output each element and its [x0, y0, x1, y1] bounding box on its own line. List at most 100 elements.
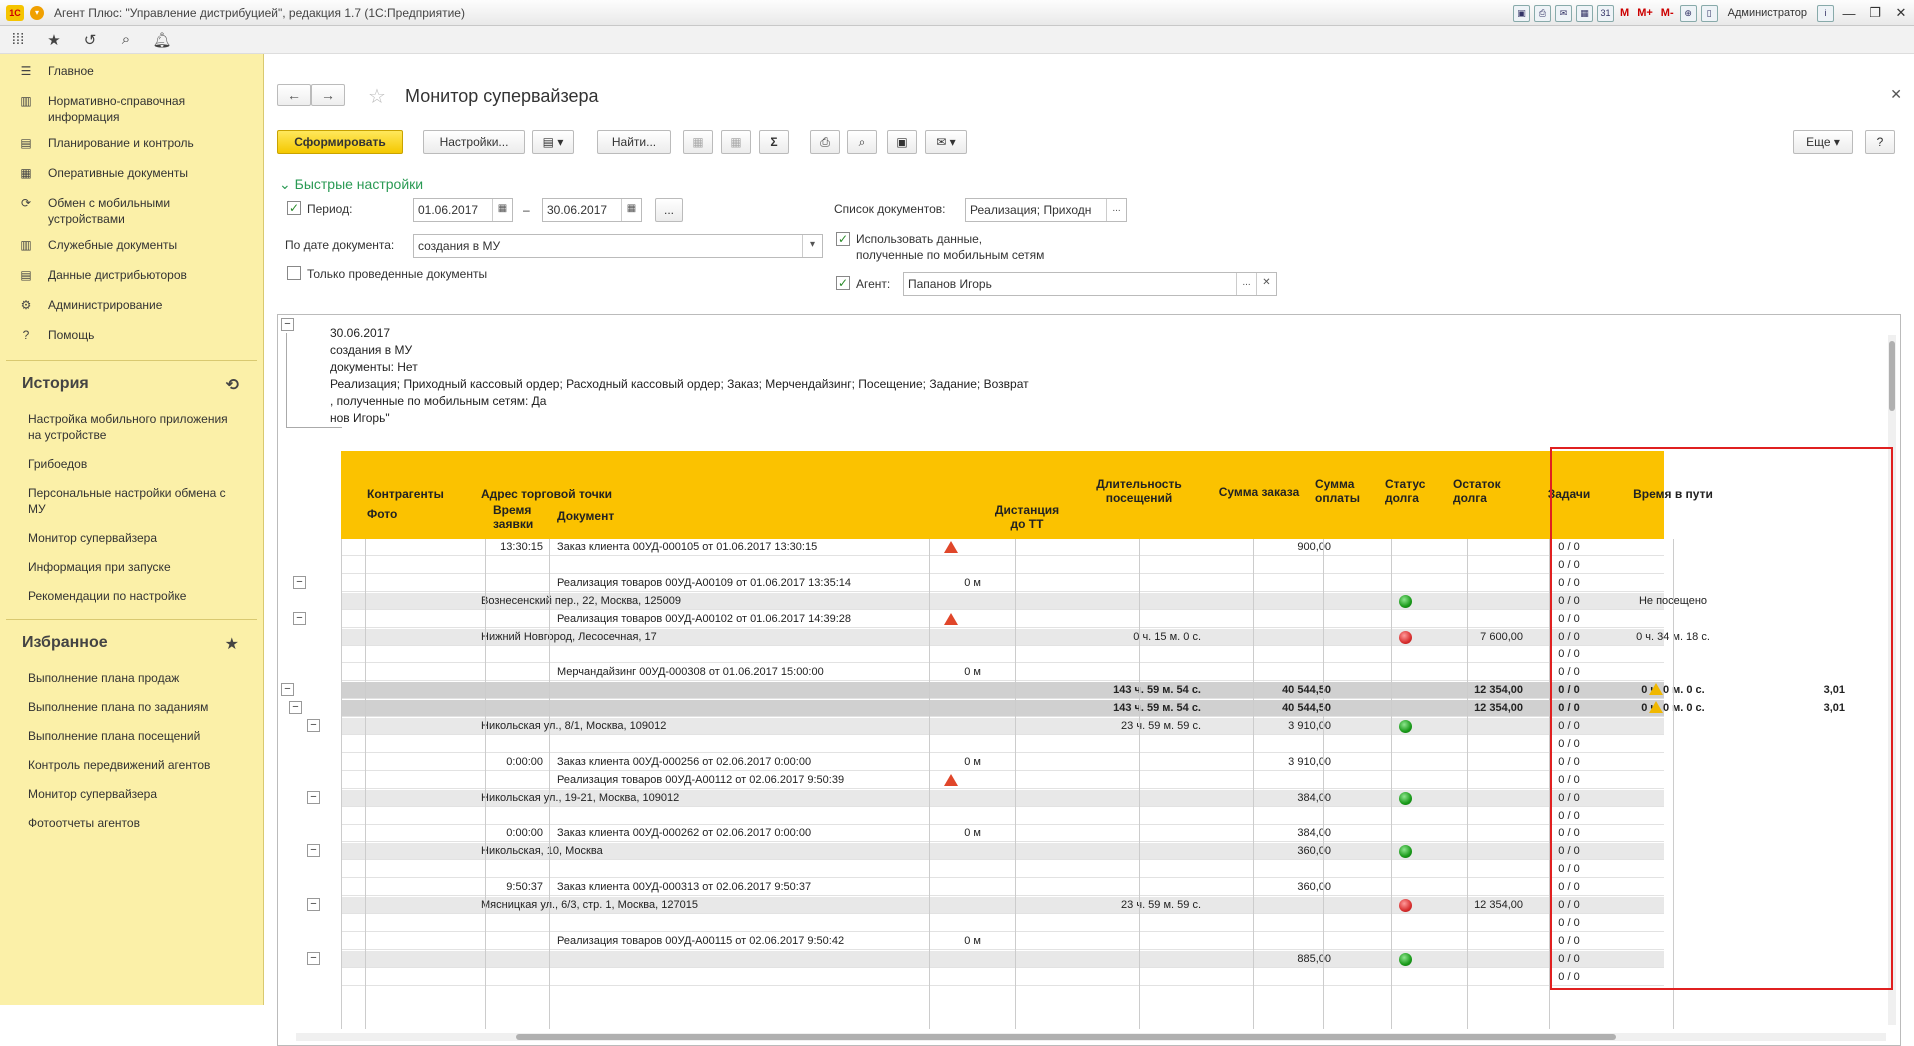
sidebar-item[interactable]: ▤ Планирование и контроль [0, 130, 263, 160]
sidebar-item[interactable]: ? Помощь [0, 322, 263, 352]
agent-checkbox[interactable]: ✓ [836, 276, 850, 290]
close-window-button[interactable]: ✕ [1888, 5, 1914, 21]
table-row[interactable]: 143 ч. 59 м. 54 с. 40 544,50 12 354,00 0 / … [341, 700, 1845, 718]
collapse-icon[interactable]: − [293, 611, 306, 625]
print-icon[interactable]: ⎙ [1534, 4, 1552, 22]
history-link[interactable]: Рекомендации по настройке [6, 582, 257, 611]
table-row[interactable]: 0 / 0 [341, 557, 1664, 574]
apps-grid-icon[interactable]: ⁞⁞⁞ [0, 31, 36, 48]
period-select-button[interactable]: ... [655, 198, 683, 222]
table-row[interactable]: Реализация товаров 00УД-А00102 от 01.06.… [341, 611, 1664, 628]
favorites-link[interactable]: Монитор супервайзера [6, 780, 257, 809]
calendar-to-icon[interactable]: ▦ [621, 199, 641, 221]
generate-button[interactable]: Сформировать [277, 130, 403, 154]
collapse-icon[interactable]: − [307, 790, 320, 804]
settings-button[interactable]: Настройки... [423, 130, 525, 154]
table-row[interactable]: 0 / 0 [341, 736, 1664, 753]
current-user[interactable]: Администратор [1728, 7, 1807, 19]
sidebar-item[interactable]: ▥ Служебные документы [0, 232, 263, 262]
sidebar-item[interactable]: ⟳ Обмен с мобильными устройствами [0, 190, 263, 232]
calendar-from-icon[interactable]: ▦ [492, 199, 512, 221]
table-row[interactable]: 13:30:15 Заказ клиента 00УД-000105 от 01.… [341, 539, 1664, 556]
period-checkbox[interactable]: ✓ [287, 201, 301, 215]
agent-input[interactable]: Папанов Игорь... ✕ [903, 272, 1277, 296]
date-to-input[interactable]: 30.06.2017 ▦ [542, 198, 642, 222]
history-link[interactable]: Информация при запуске [6, 553, 257, 582]
chevron-down-icon[interactable]: ▾ [802, 235, 822, 257]
panels-icon[interactable]: ▯ [1700, 4, 1718, 22]
favorites-star-icon[interactable]: ★ [36, 31, 72, 49]
table-row[interactable]: 143 ч. 59 м. 54 с. 40 544,50 12 354,00 0 / … [341, 682, 1845, 700]
forward-button[interactable]: → [311, 84, 345, 106]
preview-icon[interactable]: ⌕ [847, 130, 877, 154]
table-row[interactable]: Никольская ул., 19-21, Москва, 109012 384… [341, 789, 1664, 807]
date-from-input[interactable]: 01.06.2017 ▦ [413, 198, 513, 222]
table-row[interactable]: Вознесенский пер., 22, Москва, 125009 0 /… [341, 592, 1707, 610]
table-row[interactable]: 0 / 0 [341, 969, 1664, 986]
table-row[interactable]: 885,00 0 / 0 [341, 950, 1664, 968]
print-button-icon[interactable]: ⎙ [810, 130, 840, 154]
history-link[interactable]: Монитор супервайзера [6, 524, 257, 553]
table-row[interactable]: Мясницкая ул., 6/3, стр. 1, Москва, 1270… [341, 897, 1664, 914]
table-row[interactable]: Реализация товаров 00УД-А00115 от 02.06.… [341, 933, 1664, 950]
info-icon[interactable]: i [1817, 4, 1834, 22]
table-row[interactable]: Никольская ул., 8/1, Москва, 109012 23 ч.… [341, 718, 1664, 735]
favorites-link[interactable]: Выполнение плана по заданиям [6, 693, 257, 722]
table-row[interactable]: 0 / 0 [341, 808, 1664, 825]
collapse-icon[interactable]: − [307, 719, 320, 732]
table-row[interactable]: Реализация товаров 00УД-А00112 от 02.06.… [341, 772, 1664, 789]
table-row[interactable]: 0:00:00 Заказ клиента 00УД-000262 от 02.0… [341, 825, 1664, 843]
minimize-button[interactable]: — [1836, 6, 1862, 21]
sidebar-item[interactable]: ⚙ Администрирование [0, 292, 263, 322]
collapse-icon[interactable]: − [281, 683, 294, 697]
close-form-icon[interactable]: ✕ [1890, 86, 1902, 103]
favorites-star-icon[interactable]: ★ [225, 634, 239, 654]
sum-icon[interactable]: Σ [759, 130, 789, 154]
table-row[interactable]: Нижний Новгород, Лесосечная, 17 0 ч. 15 м… [341, 628, 1710, 646]
save-report-icon[interactable]: ▣ [887, 130, 917, 154]
more-button[interactable]: Еще ▾ [1793, 130, 1853, 154]
scroll-thumb[interactable] [1889, 341, 1895, 411]
calc-icon[interactable]: ▦ [1576, 4, 1594, 22]
memory-m-button[interactable]: M [1620, 7, 1629, 19]
favorites-link[interactable]: Фотоотчеты агентов [6, 809, 257, 838]
only-posted-checkbox[interactable] [287, 266, 301, 280]
table-row[interactable]: 0 / 0 [341, 861, 1664, 879]
table-row[interactable]: 0 / 0 [341, 915, 1664, 932]
by-date-select[interactable]: создания в МУ ▾ [413, 234, 823, 258]
collapse-icon[interactable]: ▦ [721, 130, 751, 154]
history-link[interactable]: Настройка мобильного приложения на устро… [6, 405, 257, 450]
history-link[interactable]: Персональные настройки обмена с МУ [6, 479, 257, 524]
favorite-star-icon[interactable]: ☆ [368, 84, 386, 109]
collapse-icon[interactable]: − [307, 898, 320, 911]
history-link[interactable]: Грибоедов [6, 450, 257, 479]
table-row[interactable]: 0 / 0 [341, 646, 1664, 664]
find-button[interactable]: Найти... [597, 130, 671, 154]
sidebar-item[interactable]: ▤ Данные дистрибьюторов [0, 262, 263, 292]
save-icon[interactable]: ▣ [1513, 4, 1531, 22]
agent-clear-icon[interactable]: ✕ [1256, 273, 1276, 295]
search-icon[interactable]: ⌕ [108, 31, 144, 48]
favorites-link[interactable]: Выполнение плана продаж [6, 664, 257, 693]
table-row[interactable]: Мерчандайзинг 00УД-000308 от 01.06.2017 … [341, 664, 1664, 682]
doc-list-input[interactable]: Реализация; Приходн... [965, 198, 1127, 222]
mail-icon[interactable]: ✉ [1555, 4, 1573, 22]
horizontal-scrollbar[interactable] [296, 1033, 1886, 1041]
table-row[interactable]: 9:50:37 Заказ клиента 00УД-000313 от 02.0… [341, 879, 1664, 897]
variants-dropdown-button[interactable]: ▤ ▾ [532, 130, 574, 154]
favorites-link[interactable]: Контроль передвижений агентов [6, 751, 257, 780]
history-clock-icon[interactable]: ⟲ [226, 375, 239, 395]
back-button[interactable]: ← [277, 84, 311, 106]
send-mail-dropdown[interactable]: ✉ ▾ [925, 130, 967, 154]
memory-minus-button[interactable]: M- [1661, 7, 1674, 19]
expand-icon[interactable]: ▦ [683, 130, 713, 154]
zoom-icon[interactable]: ⊕ [1679, 4, 1697, 22]
sidebar-item[interactable]: ▥ Нормативно-справочная информация [0, 88, 263, 130]
scroll-thumb[interactable] [516, 1034, 1616, 1040]
agent-select-button[interactable]: ... [1236, 273, 1256, 295]
calendar-icon[interactable]: 31 [1597, 4, 1615, 22]
history-icon[interactable]: ↺ [72, 31, 108, 49]
table-row[interactable]: Никольская, 10, Москва 360,00 0 / 0 [341, 843, 1664, 861]
table-row[interactable]: 0:00:00 Заказ клиента 00УД-000256 от 02.0… [341, 754, 1664, 771]
help-button[interactable]: ? [1865, 130, 1895, 154]
